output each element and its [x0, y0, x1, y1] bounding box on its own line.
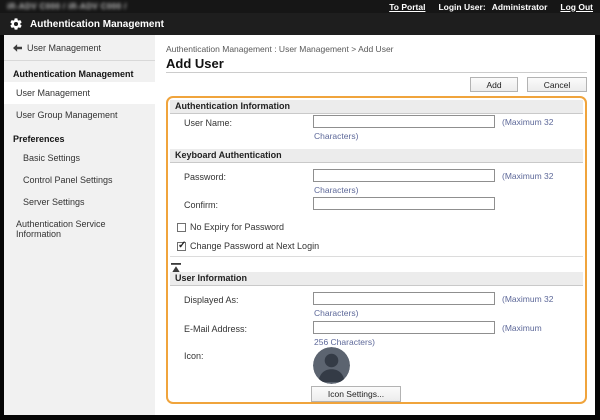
- password-max-note: (Maximum 32: [502, 171, 553, 181]
- sidebar-back-link[interactable]: User Management: [4, 35, 155, 61]
- add-button[interactable]: Add: [470, 77, 518, 92]
- displayed-as-max-note-2: Characters): [314, 308, 358, 318]
- breadcrumb: Authentication Management : User Managem…: [166, 44, 394, 54]
- main-content: Authentication Management : User Managem…: [155, 35, 595, 415]
- back-arrow-icon: [13, 44, 22, 52]
- password-label: Password:: [184, 172, 226, 182]
- user-name-label: User Name:: [184, 118, 232, 128]
- add-user-form: Authentication Information User Name: (M…: [166, 96, 587, 404]
- login-user-value: Administrator: [492, 2, 548, 12]
- device-name-redacted: iR-ADV C000 / iR-ADV C000 /: [7, 2, 127, 11]
- confirm-input[interactable]: [313, 197, 495, 210]
- sidebar-item-basic-settings[interactable]: Basic Settings: [4, 147, 155, 169]
- app-title: Authentication Management: [30, 19, 164, 30]
- change-password-label: Change Password at Next Login: [190, 241, 319, 251]
- browser-device-bar: iR-ADV C000 / iR-ADV C000 / To Portal Lo…: [0, 0, 600, 13]
- section-authentication-information: Authentication Information: [170, 100, 583, 114]
- section-keyboard-authentication: Keyboard Authentication: [170, 149, 583, 163]
- user-avatar-image: [313, 347, 350, 384]
- displayed-as-max-note: (Maximum 32: [502, 294, 553, 304]
- sidebar-header-authentication-management: Authentication Management: [4, 61, 155, 82]
- sidebar-item-server-settings[interactable]: Server Settings: [4, 191, 155, 213]
- email-input[interactable]: [313, 321, 495, 334]
- page: User Management Authentication Managemen…: [4, 35, 595, 415]
- collapse-to-top-icon[interactable]: [171, 260, 181, 270]
- to-portal-link[interactable]: To Portal: [389, 2, 425, 12]
- no-expiry-row: No Expiry for Password: [177, 222, 284, 232]
- displayed-as-label: Displayed As:: [184, 295, 239, 305]
- section-divider: [170, 256, 583, 257]
- user-name-input[interactable]: [313, 115, 495, 128]
- title-divider: [166, 72, 587, 73]
- icon-label: Icon:: [184, 351, 204, 361]
- no-expiry-label: No Expiry for Password: [190, 222, 284, 232]
- topbar-links: To Portal Login User: Administrator Log …: [389, 2, 593, 12]
- confirm-label: Confirm:: [184, 200, 218, 210]
- screen: iR-ADV C000 / iR-ADV C000 / To Portal Lo…: [0, 0, 600, 420]
- login-user: Login User: Administrator: [438, 2, 547, 12]
- displayed-as-input[interactable]: [313, 292, 495, 305]
- sidebar: User Management Authentication Managemen…: [4, 35, 155, 415]
- login-user-label: Login User:: [438, 2, 485, 12]
- change-password-row: Change Password at Next Login: [177, 241, 319, 251]
- sidebar-item-user-group-management[interactable]: User Group Management: [4, 104, 155, 126]
- email-max-note: (Maximum: [502, 323, 542, 333]
- section-user-information: User Information: [170, 272, 583, 286]
- user-name-max-note-2: Characters): [314, 131, 358, 141]
- icon-settings-button[interactable]: Icon Settings...: [311, 386, 401, 402]
- gear-icon: [9, 17, 23, 31]
- app-header: Authentication Management: [0, 13, 600, 35]
- sidebar-back-label: User Management: [27, 43, 101, 53]
- user-name-max-note: (Maximum 32: [502, 117, 553, 127]
- sidebar-item-authentication-service-information[interactable]: Authentication Service Information: [4, 213, 155, 245]
- sidebar-header-preferences: Preferences: [4, 126, 155, 147]
- password-input[interactable]: [313, 169, 495, 182]
- sidebar-item-control-panel-settings[interactable]: Control Panel Settings: [4, 169, 155, 191]
- log-out-link[interactable]: Log Out: [560, 2, 593, 12]
- cancel-button[interactable]: Cancel: [527, 77, 587, 92]
- no-expiry-checkbox[interactable]: [177, 223, 186, 232]
- email-max-note-2: 256 Characters): [314, 337, 375, 347]
- password-max-note-2: Characters): [314, 185, 358, 195]
- sidebar-item-user-management[interactable]: User Management: [4, 82, 155, 104]
- email-label: E-Mail Address:: [184, 324, 247, 334]
- page-title: Add User: [166, 56, 224, 71]
- change-password-checkbox[interactable]: [177, 242, 186, 251]
